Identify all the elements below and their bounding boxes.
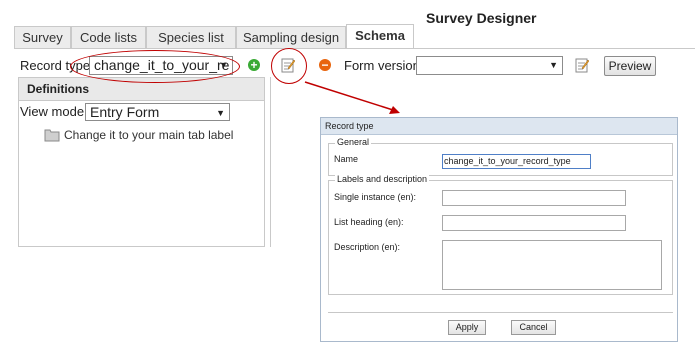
- list-heading-label: List heading (en):: [334, 217, 404, 227]
- list-heading-field[interactable]: [442, 215, 626, 231]
- labels-legend: Labels and description: [335, 174, 430, 184]
- general-legend: General: [335, 137, 372, 147]
- description-label: Description (en):: [334, 242, 401, 252]
- description-textarea[interactable]: [442, 240, 662, 290]
- name-field[interactable]: change_it_to_your_record_type: [442, 154, 591, 169]
- dialog-title: Record type: [321, 118, 677, 135]
- cancel-button[interactable]: Cancel: [511, 320, 556, 335]
- name-label: Name: [334, 154, 359, 164]
- record-type-dialog: Record type General Name change_it_to_yo…: [320, 117, 678, 342]
- single-instance-field[interactable]: [442, 190, 626, 206]
- dialog-footer: Apply Cancel: [328, 312, 673, 335]
- single-instance-label: Single instance (en):: [334, 192, 417, 202]
- general-fieldset: General Name change_it_to_your_record_ty…: [328, 137, 673, 176]
- labels-fieldset: Labels and description Single instance (…: [328, 174, 673, 295]
- apply-button[interactable]: Apply: [448, 320, 486, 335]
